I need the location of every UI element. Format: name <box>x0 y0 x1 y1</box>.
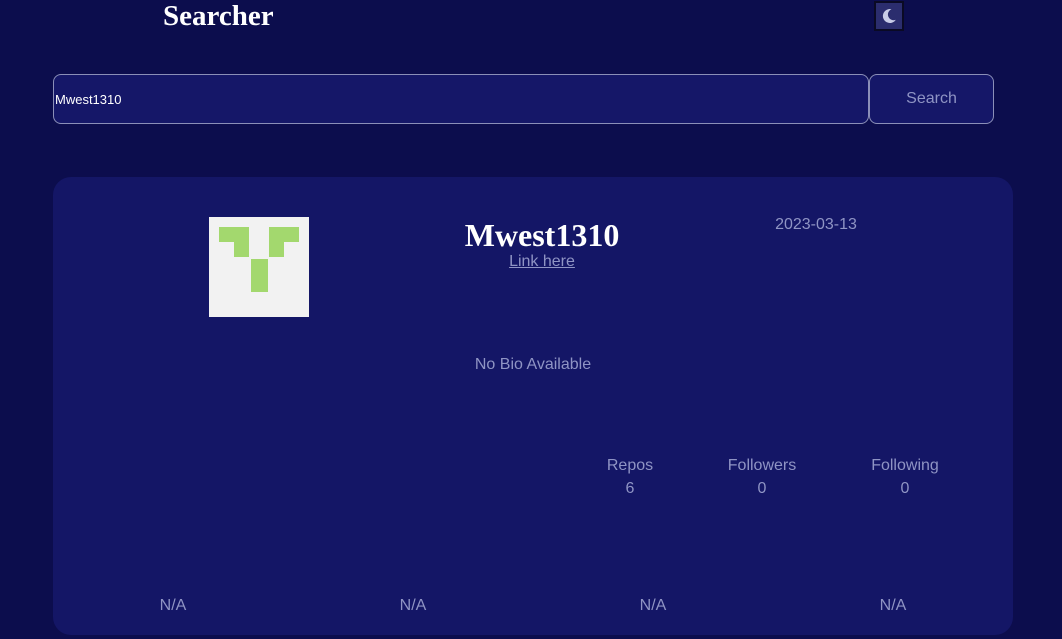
stat-label: Following <box>871 457 939 474</box>
avatar <box>209 217 309 317</box>
stat-following: Following 0 <box>850 454 960 500</box>
profile-link[interactable]: Link here <box>492 253 592 271</box>
search-button[interactable]: Search <box>869 74 994 124</box>
stat-label: Followers <box>727 457 797 474</box>
location-value: N/A <box>159 597 187 614</box>
website-value: N/A <box>639 597 667 614</box>
stat-value: 0 <box>757 480 767 497</box>
app-title: Searcher <box>163 0 274 32</box>
moon-icon <box>882 9 896 24</box>
stat-repos: Repos 6 <box>575 454 685 500</box>
stat-value: 6 <box>625 480 635 497</box>
stat-followers: Followers 0 <box>707 454 817 500</box>
search-input[interactable] <box>53 74 869 124</box>
join-date: 2023-03-13 <box>775 216 857 233</box>
company-value: N/A <box>879 597 907 614</box>
page: Searcher Search Mwest1310 Link here 2023… <box>0 0 1062 639</box>
stat-label: Repos <box>606 457 654 474</box>
stat-value: 0 <box>900 480 910 497</box>
theme-toggle-button[interactable] <box>874 1 904 31</box>
username: Mwest1310 <box>464 217 620 253</box>
twitter-value: N/A <box>399 597 427 614</box>
profile-card: Mwest1310 Link here 2023-03-13 No Bio Av… <box>53 177 1013 635</box>
bio-text: No Bio Available <box>474 356 592 373</box>
